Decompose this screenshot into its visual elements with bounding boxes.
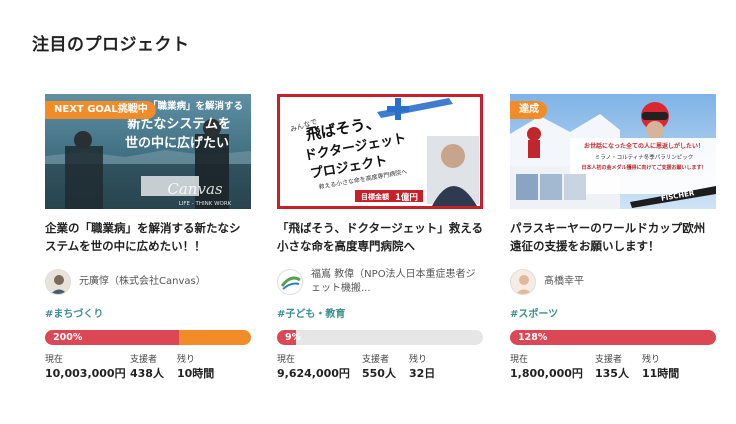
stat-remaining: 残り 10時間: [177, 354, 214, 382]
project-card[interactable]: みんなで 飛ばそう、 ドクタージェット プロジェクト 救える小さな命を高度専門病…: [277, 94, 483, 382]
stat-amount: 現在 9,624,000円: [277, 354, 354, 382]
project-card[interactable]: 「職業病」を解消する 新たなシステムを 世の中に広げたい Canvas LIFE…: [45, 94, 251, 382]
thumbnail-text-line-3: 世の中に広げたい: [125, 135, 229, 151]
thumbnail-text-line-3: 日本人初の金メダル獲得に向けてご支援お願いします！: [581, 164, 706, 171]
stat-amount: 現在 1,800,000円: [510, 354, 587, 382]
stat-amount-label: 現在: [277, 355, 296, 365]
avatar: [45, 269, 71, 295]
section-title: 注目のプロジェクト: [32, 35, 190, 55]
project-stats: 現在 1,800,000円 支援者 135人 残り 11時間: [510, 354, 716, 382]
stat-remaining-value: 11時間: [642, 367, 680, 380]
thumbnail-subtext: LIFE - THINK WORK: [179, 201, 232, 207]
stat-amount-value: 1,800,000円: [510, 367, 583, 380]
stat-amount-label: 現在: [45, 355, 64, 365]
thumbnail-text-line-2: ミラノ・コルティナ冬季パラリンピック: [595, 153, 694, 161]
progress-bar: 128%: [510, 330, 716, 345]
category-tag[interactable]: #スポーツ: [510, 305, 558, 320]
stat-supporters-label: 支援者: [595, 355, 623, 365]
avatar: [277, 269, 303, 295]
progress-bar: 200%: [45, 330, 251, 345]
thumbnail-image: みんなで 飛ばそう、 ドクタージェット プロジェクト 救える小さな命を高度専門病…: [277, 94, 483, 209]
thumbnail-goal-value: 1億円: [395, 192, 418, 203]
progress-percent: 128%: [518, 332, 548, 343]
stat-supporters: 支援者 550人: [362, 354, 401, 382]
stat-remaining-value: 10時間: [177, 367, 215, 380]
project-stats: 現在 9,624,000円 支援者 550人 残り 32日: [277, 354, 483, 382]
stat-supporters-label: 支援者: [362, 355, 390, 365]
project-thumbnail[interactable]: 「職業病」を解消する 新たなシステムを 世の中に広げたい Canvas LIFE…: [45, 94, 251, 209]
stat-supporters-value: 438人: [130, 367, 164, 380]
stat-supporters-value: 135人: [595, 367, 629, 380]
stat-remaining-label: 残り: [409, 355, 428, 365]
project-owner: 福嶌 教偉（NPO法人日本重症患者ジェット機搬...: [277, 268, 483, 296]
progress-percent: 9%: [285, 332, 302, 343]
stat-remaining-label: 残り: [642, 355, 661, 365]
thumbnail-text-line-1: 「職業病」を解消する: [148, 100, 243, 112]
owner-name: 髙橋幸平: [544, 276, 584, 287]
thumbnail-text-line-1: お世話になった全ての人に恩返しがしたい！: [584, 142, 704, 150]
thumbnail-goal-label: 目標金額: [361, 192, 389, 201]
owner-name: 元廣惇（株式会社Canvas）: [79, 276, 206, 287]
status-badge: NEXT GOAL挑戦中: [45, 101, 156, 119]
project-card[interactable]: お世話になった全ての人に恩返しがしたい！ ミラノ・コルティナ冬季パラリンピック …: [510, 94, 716, 382]
project-title[interactable]: 企業の「職業病」を解消する新たなシステムを世の中に広めたい！！: [45, 219, 251, 255]
stat-remaining: 残り 11時間: [642, 354, 679, 382]
project-thumbnail[interactable]: みんなで 飛ばそう、 ドクタージェット プロジェクト 救える小さな命を高度専門病…: [277, 94, 483, 209]
stat-remaining-value: 32日: [409, 367, 436, 380]
thumbnail-logo: Canvas: [167, 180, 222, 198]
stat-amount-value: 9,624,000円: [277, 367, 350, 380]
owner-name: 福嶌 教偉（NPO法人日本重症患者ジェット機搬...: [311, 269, 476, 294]
category-tag[interactable]: #子ども・教育: [277, 305, 345, 320]
stat-amount-label: 現在: [510, 355, 529, 365]
progress-fill-overflow: [178, 330, 251, 345]
status-badge: 達成: [510, 101, 547, 119]
stat-amount-value: 10,003,000円: [45, 367, 126, 380]
stat-supporters-value: 550人: [362, 367, 396, 380]
stat-remaining: 残り 32日: [409, 354, 435, 382]
stat-remaining-label: 残り: [177, 355, 196, 365]
project-owner: 元廣惇（株式会社Canvas）: [45, 268, 251, 296]
progress-bar: 9%: [277, 330, 483, 345]
stat-supporters-label: 支援者: [130, 355, 158, 365]
category-tag[interactable]: #まちづくり: [45, 305, 103, 320]
stat-supporters: 支援者 135人: [595, 354, 634, 382]
project-stats: 現在 10,003,000円 支援者 438人 残り 10時間: [45, 354, 251, 382]
project-title[interactable]: パラスキーヤーのワールドカップ欧州遠征の支援をお願いします！: [510, 219, 716, 255]
project-owner: 髙橋幸平: [510, 268, 716, 296]
project-title[interactable]: 「飛ばそう、ドクタージェット」救える小さな命を高度専門病院へ: [277, 219, 483, 255]
project-thumbnail[interactable]: お世話になった全ての人に恩返しがしたい！ ミラノ・コルティナ冬季パラリンピック …: [510, 94, 716, 209]
stat-supporters: 支援者 438人: [130, 354, 169, 382]
avatar: [510, 269, 536, 295]
stat-amount: 現在 10,003,000円: [45, 354, 126, 382]
progress-percent: 200%: [53, 332, 83, 343]
